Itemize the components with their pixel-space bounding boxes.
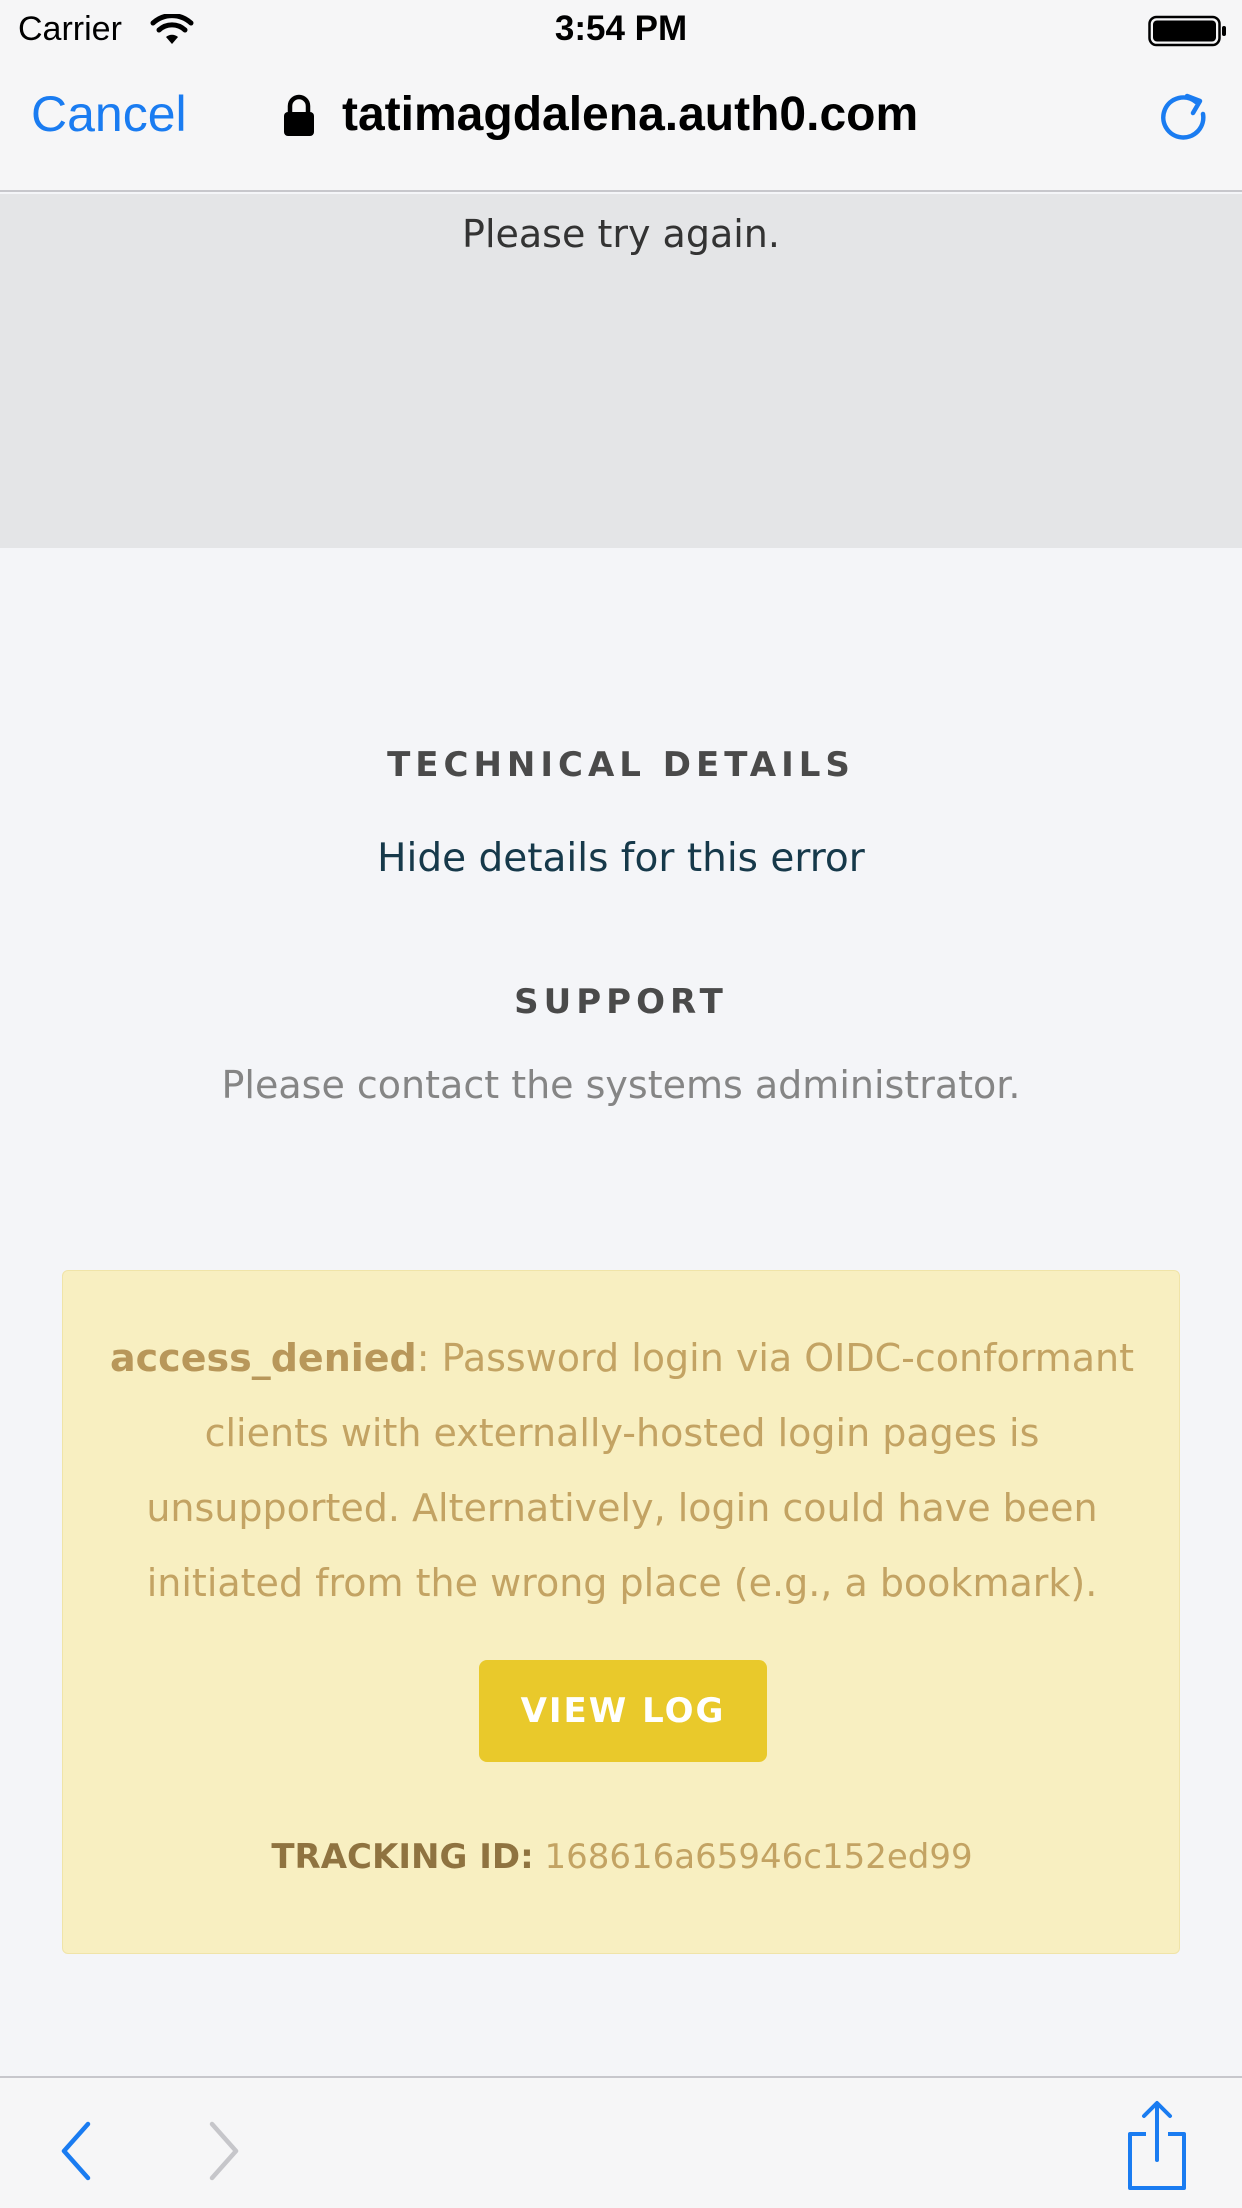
browser-nav-bar: Cancel tatimagdalena.auth0.com xyxy=(0,60,1242,192)
share-icon[interactable] xyxy=(1124,2100,1190,2192)
support-text: Please contact the systems administrator… xyxy=(221,1063,1021,1107)
error-code: access_denied xyxy=(110,1336,417,1380)
error-details-box: access_denied: Password login via OIDC-c… xyxy=(62,1270,1180,1954)
forward-icon[interactable] xyxy=(204,2118,244,2184)
technical-details-heading: TECHNICAL DETAILS xyxy=(387,745,855,785)
clock: 3:54 PM xyxy=(554,9,688,48)
url-text[interactable]: tatimagdalena.auth0.com xyxy=(342,87,918,142)
status-bar: Carrier 3:54 PM xyxy=(0,0,1242,60)
battery-icon xyxy=(1148,15,1226,47)
support-heading: SUPPORT xyxy=(514,982,728,1022)
tracking-id-value: 168616a65946c152ed99 xyxy=(544,1837,973,1877)
tracking-id-row: TRACKING ID: 168616a65946c152ed99 xyxy=(63,1837,1181,1877)
error-message: access_denied: Password login via OIDC-c… xyxy=(103,1321,1141,1621)
try-again-text: Please try again. xyxy=(462,212,780,256)
browser-toolbar xyxy=(0,2076,1242,2208)
browser-screen: Carrier 3:54 PM Cancel tatimagdalena.aut… xyxy=(0,0,1242,2208)
back-icon[interactable] xyxy=(56,2118,96,2184)
cancel-button[interactable]: Cancel xyxy=(31,85,187,143)
error-summary-panel: Please try again. xyxy=(0,194,1242,548)
tracking-id-label: TRACKING ID: xyxy=(271,1837,534,1877)
view-log-button[interactable]: VIEW LOG xyxy=(479,1660,767,1762)
reload-icon[interactable] xyxy=(1156,90,1212,146)
lock-icon xyxy=(284,94,314,136)
hide-details-link[interactable]: Hide details for this error xyxy=(0,836,1242,881)
